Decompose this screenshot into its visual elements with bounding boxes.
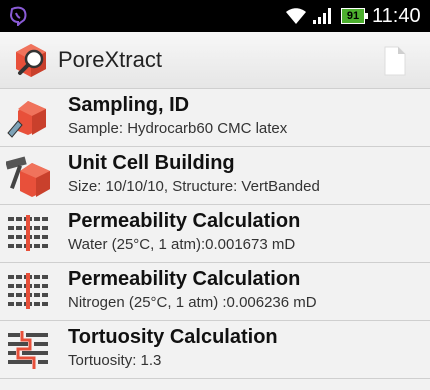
item-subtitle: Tortuosity: 1.3 xyxy=(68,352,162,369)
item-title: Permeability Calculation xyxy=(68,210,301,232)
item-title: Tortuosity Calculation xyxy=(68,326,278,348)
list-item-tortuosity[interactable]: Tortuosity Calculation Tortuosity: 1.3 xyxy=(0,321,430,379)
item-title: Permeability Calculation xyxy=(68,268,301,290)
hammer-cube-icon xyxy=(6,156,50,197)
porextract-logo-icon xyxy=(16,44,46,77)
action-bar: PoreXtract xyxy=(0,32,430,89)
list-item-permeability-nitrogen[interactable]: Permeability Calculation Nitrogen (25°C,… xyxy=(0,263,430,321)
app-title: PoreXtract xyxy=(58,47,162,72)
list-item-sampling[interactable]: Sampling, ID Sample: Hydrocarb60 CMC lat… xyxy=(0,89,430,147)
item-title: Sampling, ID xyxy=(68,94,190,116)
signal-icon xyxy=(313,8,331,24)
battery-icon: 91 xyxy=(341,8,368,24)
grid-flow-icon xyxy=(8,215,48,251)
maze-path-icon xyxy=(8,331,48,369)
item-subtitle: Water (25°C, 1 atm):0.001673 mD xyxy=(68,236,296,253)
item-title: Unit Cell Building xyxy=(68,152,235,174)
step-list: Sampling, ID Sample: Hydrocarb60 CMC lat… xyxy=(0,89,430,379)
item-subtitle: Nitrogen (25°C, 1 atm) :0.006236 mD xyxy=(68,294,317,311)
viber-icon xyxy=(9,6,27,26)
document-icon[interactable] xyxy=(380,44,410,78)
wifi-icon xyxy=(286,8,306,24)
item-subtitle: Sample: Hydrocarb60 CMC latex xyxy=(68,120,288,137)
status-bar: 91 11:40 xyxy=(0,0,430,32)
list-item-permeability-water[interactable]: Permeability Calculation Water (25°C, 1 … xyxy=(0,205,430,263)
grid-flow-icon xyxy=(8,273,48,309)
list-item-unit-cell[interactable]: Unit Cell Building Size: 10/10/10, Struc… xyxy=(0,147,430,205)
status-clock: 11:40 xyxy=(372,5,421,27)
sampling-cube-icon xyxy=(7,101,46,138)
item-subtitle: Size: 10/10/10, Structure: VertBanded xyxy=(68,178,320,195)
